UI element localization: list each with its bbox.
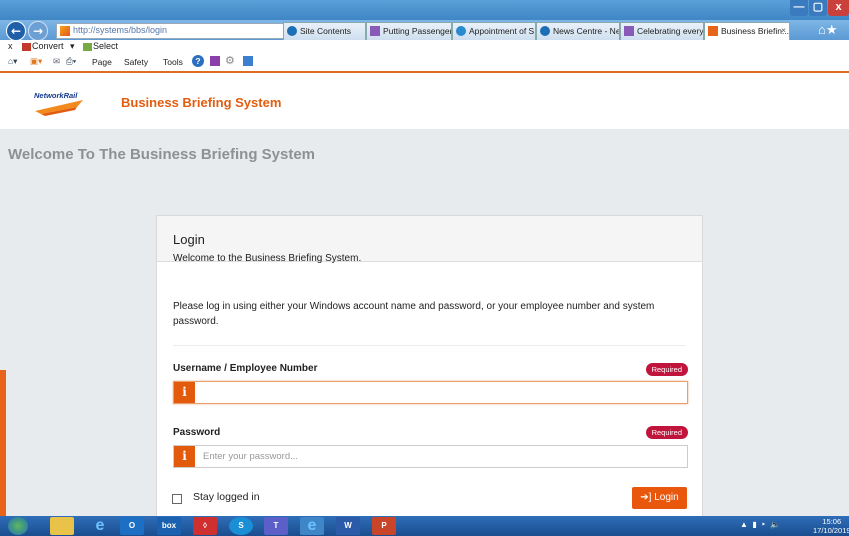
login-title: Login — [173, 232, 205, 247]
username-input[interactable] — [201, 384, 675, 401]
start-button-icon[interactable] — [8, 517, 28, 535]
word-icon[interactable]: W — [336, 517, 360, 535]
powerpoint-icon[interactable]: P — [372, 517, 396, 535]
box-icon[interactable]: box — [157, 517, 181, 535]
close-window-button[interactable]: x — [828, 0, 849, 16]
ie-active-icon[interactable]: e — [300, 517, 324, 535]
back-button[interactable]: ← — [6, 21, 26, 41]
tab-site-contents[interactable]: Site Contents — [283, 22, 366, 40]
tab-appointment[interactable]: Appointment of S... — [452, 22, 536, 40]
mail-icon[interactable]: ✉ — [53, 56, 60, 67]
page-title: Welcome To The Business Briefing System — [8, 146, 316, 163]
taskbar-clock[interactable]: 15:06 17/10/2019 — [813, 517, 849, 535]
info-icon: i — [174, 382, 195, 403]
minimize-button[interactable]: — — [790, 0, 808, 16]
clock-date: 17/10/2019 — [813, 526, 849, 535]
home-icon[interactable]: ⌂▾ — [8, 56, 17, 67]
select-button[interactable]: Select — [93, 41, 118, 51]
stay-logged-in-checkbox[interactable] — [172, 494, 182, 504]
page-menu[interactable]: Page — [92, 57, 112, 67]
skype-icon[interactable]: S — [229, 517, 253, 535]
login-panel: Login Welcome to the Business Briefing S… — [156, 215, 703, 522]
required-badge: Required — [645, 426, 688, 439]
app-name[interactable]: Business Briefing System — [121, 95, 281, 110]
teams-icon[interactable]: T — [264, 517, 288, 535]
info-icon: i — [174, 446, 195, 467]
chevron-down-icon[interactable]: ▾ — [70, 41, 75, 52]
addon-toolbar: x Convert ▾ Select — [0, 40, 849, 54]
password-label: Password — [173, 427, 221, 438]
forward-button[interactable]: → — [28, 21, 48, 41]
outlook-icon[interactable]: O — [120, 517, 144, 535]
login-instructions-text: Please log in using either your Windows … — [173, 301, 655, 327]
command-bar: ⌂▾ ▣▾ ✉ ⎙▾ Page Safety Tools ? ⚙ — [0, 54, 849, 73]
tab-news-centre[interactable]: News Centre - Ne... — [536, 22, 620, 40]
tools-menu[interactable]: Tools — [163, 57, 183, 67]
browser-title-bar — [0, 0, 849, 20]
safety-menu[interactable]: Safety — [124, 57, 148, 67]
home-icon[interactable]: ⌂ — [818, 22, 826, 37]
select-icon — [83, 43, 92, 51]
browser-toolbar-icons: ⌂★ — [818, 22, 838, 38]
help-icon[interactable]: ? — [192, 55, 204, 67]
networkrail-icon — [370, 26, 380, 36]
address-url: http://systems/bbs/login — [73, 25, 168, 35]
print-icon[interactable]: ⎙▾ — [66, 56, 76, 67]
close-toolbar-button[interactable]: x — [8, 41, 13, 51]
onenote-icon[interactable] — [210, 56, 220, 66]
settings-gear-icon[interactable]: ⚙ — [225, 54, 235, 67]
tab-business-briefing[interactable]: Business Briefin... × — [704, 22, 790, 40]
sharepoint-icon — [540, 26, 550, 36]
clock-time: 15:06 — [822, 517, 842, 526]
networkrail-icon — [708, 26, 718, 36]
tab-putting-passenger[interactable]: Putting Passenger... — [366, 22, 452, 40]
rss-icon[interactable]: ▣▾ — [30, 56, 42, 67]
login-button[interactable]: ➔] Login — [632, 487, 687, 509]
stay-logged-in-label[interactable]: Stay logged in — [193, 491, 260, 503]
tab-celebrating[interactable]: Celebrating every... — [620, 22, 704, 40]
internet-explorer-icon[interactable]: e — [88, 517, 112, 535]
side-accent-bar — [0, 370, 6, 516]
networkrail-icon — [624, 26, 634, 36]
convert-button[interactable]: Convert — [32, 41, 64, 51]
maximize-button[interactable]: ▢ — [809, 0, 827, 16]
site-favicon-icon — [60, 26, 70, 36]
password-field[interactable]: i — [173, 445, 688, 468]
username-label: Username / Employee Number — [173, 363, 318, 374]
ie-icon — [456, 26, 466, 36]
convert-icon — [22, 43, 31, 51]
favorites-star-icon[interactable]: ★ — [826, 22, 838, 37]
file-explorer-icon[interactable] — [50, 517, 74, 535]
compat-icon[interactable] — [243, 56, 253, 66]
networkrail-logo-text: NetworkRail — [34, 91, 78, 100]
required-badge: Required — [645, 363, 688, 376]
password-input[interactable] — [201, 448, 675, 465]
system-tray-icons[interactable]: ▲ ▮ ‣ 🔈 — [740, 520, 780, 529]
divider — [173, 345, 686, 346]
username-field[interactable]: i — [173, 381, 688, 404]
sharepoint-icon — [287, 26, 297, 36]
close-tab-icon[interactable]: × — [781, 25, 786, 35]
login-intro-text: Welcome to the Business Briefing System. — [173, 253, 362, 264]
acrobat-icon[interactable]: ◊ — [193, 517, 217, 535]
